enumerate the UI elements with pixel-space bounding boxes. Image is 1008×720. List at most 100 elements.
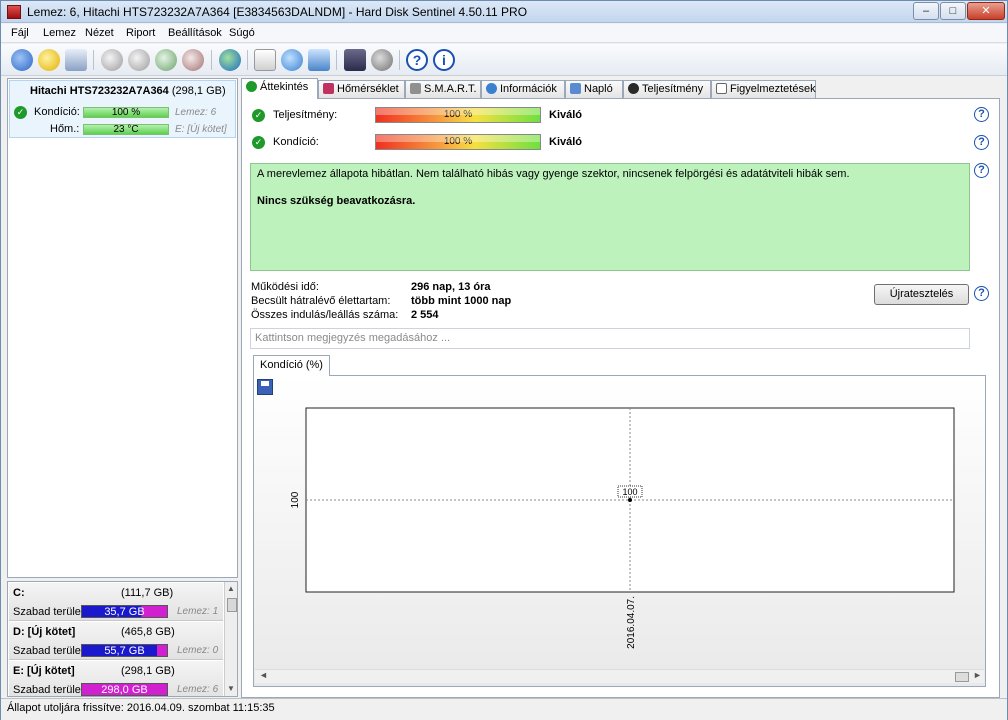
volume-item[interactable]: D: [Új kötet] (465,8 GB) Szabad terület … [9, 622, 223, 660]
volume-item[interactable]: C: (111,7 GB) Szabad terület 35,7 GB Lem… [9, 583, 223, 621]
free-space-label: Szabad terület [13, 684, 84, 696]
disk-test-icon[interactable] [101, 49, 123, 71]
check-icon: ✓ [252, 136, 265, 149]
monitor-icon[interactable] [344, 49, 366, 71]
disk-erase-icon[interactable] [182, 49, 204, 71]
menu-bar: Fájl Lemez Nézet Riport Beállítások Súgó [1, 24, 1007, 43]
chart-tab-condition[interactable]: Kondíció (%) [253, 355, 330, 376]
volume-disk-note: Lemez: 0 [177, 645, 219, 656]
menu-report[interactable]: Riport [126, 27, 155, 39]
free-space-value: 298,0 GB [101, 684, 148, 696]
status-box: A merevlemez állapota hibátlan. Nem talá… [250, 163, 970, 271]
alert-icon[interactable] [38, 49, 60, 71]
status-action: Nincs szükség beavatkozásra. [257, 195, 416, 207]
globe-icon[interactable] [219, 49, 241, 71]
free-space-label: Szabad terület [13, 606, 84, 618]
volume-letter: E: [Új kötet] [13, 665, 75, 677]
temperature-bar: 23 °C [83, 124, 169, 135]
toolbar-separator [211, 50, 212, 70]
tab-label: Napló [584, 83, 613, 95]
data-label: 100 [622, 487, 637, 497]
condition-chart: 100 2016.04.07. 100 [290, 407, 955, 649]
maximize-button[interactable]: □ [940, 2, 966, 20]
tab-temperature[interactable]: Hőmérséklet [318, 80, 405, 98]
tab-information[interactable]: Információk [481, 80, 565, 98]
tab-log[interactable]: Napló [565, 80, 623, 98]
menu-file[interactable]: Fájl [11, 27, 29, 39]
retest-button[interactable]: Újratesztelés [874, 284, 969, 305]
menu-disk[interactable]: Lemez [43, 27, 76, 39]
scroll-right-icon[interactable]: ► [973, 670, 982, 680]
disk-card[interactable]: Hitachi HTS723232A7A364 (298,1 GB) ✓ Kon… [9, 80, 236, 138]
check-icon: ✓ [14, 106, 27, 119]
menu-help[interactable]: Súgó [229, 27, 255, 39]
toolbar-separator [247, 50, 248, 70]
temperature-label: Hőm.: [50, 123, 80, 135]
free-space-bar: 55,7 GB [81, 644, 168, 657]
help-icon[interactable]: ? [974, 107, 989, 122]
tab-overview[interactable]: Áttekintés [241, 78, 318, 99]
app-window: Lemez: 6, Hitachi HTS723232A7A364 [E3834… [0, 0, 1008, 720]
lifetime-value: több mint 1000 nap [411, 295, 512, 307]
menu-view[interactable]: Nézet [85, 27, 114, 39]
window-title: Lemez: 6, Hitachi HTS723232A7A364 [E3834… [27, 5, 528, 19]
volume-size: (111,7 GB) [121, 587, 174, 599]
volume-disk-note: Lemez: 6 [177, 684, 219, 695]
toolbar-separator [399, 50, 400, 70]
note-input[interactable]: Kattintson megjegyzés megadásához ... [250, 328, 970, 349]
scroll-down-icon[interactable]: ▼ [227, 684, 235, 693]
tab-smart[interactable]: S.M.A.R.T. [405, 80, 481, 98]
scroll-left-icon[interactable]: ◄ [259, 670, 268, 680]
volume-disk-note: Lemez: 1 [177, 606, 219, 617]
startstop-label: Összes indulás/leállás száma: [251, 309, 399, 321]
performance-bar: 100 % [375, 107, 541, 123]
check-icon: ✓ [252, 109, 265, 122]
disk-info-icon[interactable] [65, 49, 87, 71]
menu-settings[interactable]: Beállítások [168, 27, 222, 39]
volume-letter: C: [13, 587, 25, 599]
app-icon [7, 5, 21, 19]
disk-scan-icon[interactable] [128, 49, 150, 71]
check-icon [246, 81, 257, 92]
scroll-thumb[interactable] [955, 672, 969, 682]
free-space-value: 55,7 GB [104, 645, 145, 657]
main-tabs: Áttekintés Hőmérséklet S.M.A.R.T. Inform… [241, 78, 1007, 99]
free-space-label: Szabad terület [13, 645, 84, 657]
refresh-icon[interactable] [11, 49, 33, 71]
free-space-value: 35,7 GB [104, 606, 145, 618]
disk-repair-icon[interactable] [155, 49, 177, 71]
volume-item[interactable]: E: [Új kötet] (298,1 GB) Szabad terület … [9, 661, 223, 696]
document-icon [716, 83, 727, 94]
x-tick-label: 2016.04.07. [626, 596, 637, 649]
info-icon[interactable]: i [433, 49, 455, 71]
sound-icon[interactable] [371, 49, 393, 71]
condition-chart-area: 100 2016.04.07. 100 ◄ ► [253, 375, 986, 687]
update-icon[interactable] [281, 49, 303, 71]
y-tick-label: 100 [290, 491, 301, 508]
last-refresh-status: Állapot utoljára frissítve: 2016.04.09. … [7, 702, 275, 714]
volume-letter: D: [Új kötet] [13, 626, 76, 638]
scroll-thumb[interactable] [227, 598, 237, 612]
report-icon[interactable] [254, 49, 276, 71]
minimize-button[interactable]: – [913, 2, 939, 20]
gauge-icon [628, 83, 639, 94]
tab-label: Figyelmeztetések [730, 83, 816, 95]
toolbar-separator [336, 50, 337, 70]
help-icon[interactable]: ? [974, 286, 989, 301]
scroll-up-icon[interactable]: ▲ [227, 584, 235, 593]
tab-performance[interactable]: Teljesítmény [623, 80, 711, 98]
chart-scrollbar[interactable]: ◄ ► [255, 669, 984, 683]
help-icon[interactable]: ? [406, 49, 428, 71]
performance-rating: Kiváló [549, 109, 583, 121]
help-icon[interactable]: ? [974, 135, 989, 150]
close-button[interactable]: ✕ [967, 2, 1005, 20]
toolbar-separator [93, 50, 94, 70]
tab-alerts[interactable]: Figyelmeztetések [711, 80, 816, 98]
volume-scrollbar[interactable]: ▲ ▼ [224, 582, 237, 696]
tab-label: Teljesítmény [642, 83, 704, 95]
help-icon[interactable]: ? [974, 163, 989, 178]
send-icon[interactable] [308, 49, 330, 71]
lifetime-label: Becsült hátralévő élettartam: [251, 295, 391, 307]
disk-model: Hitachi HTS723232A7A364 [30, 85, 169, 97]
free-space-bar: 35,7 GB [81, 605, 168, 618]
